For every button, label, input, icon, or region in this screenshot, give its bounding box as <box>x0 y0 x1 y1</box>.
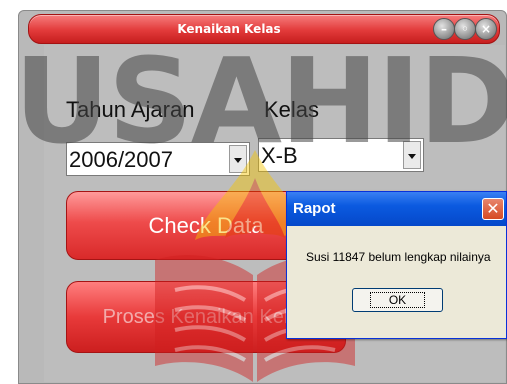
tahun-ajaran-select[interactable]: 2006/2007 <box>66 142 250 176</box>
tahun-ajaran-label: Tahun Ajaran <box>66 97 195 122</box>
minimize-icon[interactable]: – <box>433 18 455 40</box>
kelas-label: Kelas <box>264 97 320 122</box>
tahun-ajaran-value: 2006/2007 <box>69 147 173 172</box>
rapot-dialog: Rapot ✕ Susi 11847 belum lengkap nilainy… <box>286 191 507 339</box>
close-icon[interactable]: × <box>475 18 497 40</box>
chevron-down-icon[interactable] <box>229 145 247 173</box>
chevron-down-icon[interactable] <box>403 141 421 169</box>
close-icon[interactable]: ✕ <box>482 198 504 220</box>
window-title: Kenaikan Kelas <box>177 22 281 36</box>
dialog-title-bar[interactable]: Rapot ✕ <box>287 192 506 226</box>
ok-label: OK <box>369 292 426 308</box>
ok-button[interactable]: OK <box>352 288 443 312</box>
dialog-message: Susi 11847 belum lengkap nilainya <box>306 250 491 264</box>
title-bar[interactable]: Kenaikan Kelas – ◦ × <box>28 14 500 44</box>
restore-icon[interactable]: ◦ <box>454 18 476 40</box>
dialog-title: Rapot <box>293 200 336 217</box>
kelas-select[interactable]: X-B <box>258 138 424 172</box>
kelas-value: X-B <box>261 143 298 168</box>
